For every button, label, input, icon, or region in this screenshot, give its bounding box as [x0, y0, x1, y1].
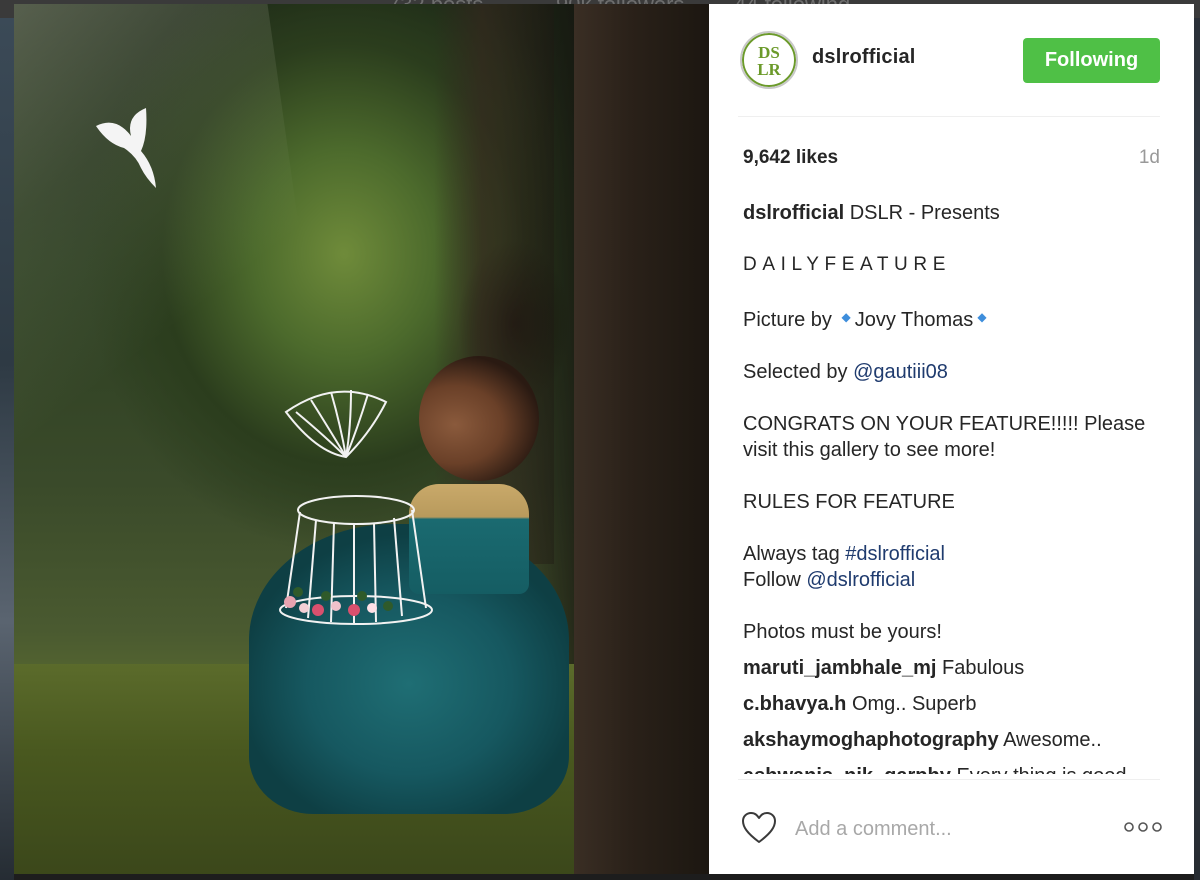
- comment-text: Every thing is good: [956, 765, 1126, 774]
- post-photo[interactable]: [14, 4, 709, 874]
- comment-username[interactable]: maruti_jambhale_mj: [743, 657, 936, 679]
- ellipsis-icon[interactable]: [1123, 818, 1163, 836]
- comment-username[interactable]: ashwanis_nik_garphy: [743, 765, 951, 774]
- background-thumbnails-left: [0, 18, 14, 880]
- caption-and-comments[interactable]: dslrofficial DSLR - Presents DAILYFEATUR…: [743, 200, 1163, 774]
- header-divider: [738, 116, 1160, 117]
- comment-text: Omg.. Superb: [851, 693, 977, 715]
- picture-by-name: Jovy Thomas: [854, 309, 974, 331]
- comment: ashwanis_nik_garphy Every thing is good: [743, 763, 1163, 774]
- svg-text:LR: LR: [757, 60, 781, 79]
- caption-picture-by: Picture by ◆ Jovy Thomas ◆: [743, 304, 1163, 333]
- caption-line-1: dslrofficial DSLR - Presents: [743, 200, 1163, 226]
- rule1-label: Always tag: [743, 543, 840, 565]
- caption-rules: Always tag #dslrofficial Follow @dslroff…: [743, 541, 1163, 593]
- picture-by-label: Picture by: [743, 309, 832, 331]
- post-username[interactable]: dslrofficial: [812, 46, 916, 69]
- hashtag-link[interactable]: #dslrofficial: [845, 543, 945, 565]
- following-button[interactable]: Following: [1023, 38, 1160, 83]
- selected-by-handle-link[interactable]: @gautiii08: [853, 361, 948, 383]
- caption-text-1: DSLR - Presents: [849, 202, 1000, 224]
- comment-bar: [709, 780, 1194, 874]
- comment: c.bhavya.h Omg.. Superb: [743, 691, 1163, 717]
- selected-by-label: Selected by: [743, 361, 848, 383]
- caption-username[interactable]: dslrofficial: [743, 202, 844, 224]
- diamond-icon: ◆: [977, 310, 987, 324]
- likes-count[interactable]: 9,642 likes: [743, 147, 838, 169]
- dove-illustration: [96, 108, 156, 188]
- comment-text: Awesome..: [1003, 729, 1102, 751]
- tree-trunk: [574, 4, 709, 874]
- background-thumbnails-right: [1194, 18, 1200, 880]
- post-details-panel: DS LR dslrofficial Following 9,642 likes…: [709, 4, 1194, 874]
- avatar[interactable]: DS LR: [740, 31, 798, 89]
- comment: akshaymoghaphotography Awesome..: [743, 727, 1163, 753]
- caption-selected-by: Selected by @gautiii08: [743, 359, 1163, 385]
- diamond-icon: ◆: [841, 310, 851, 324]
- add-comment-input[interactable]: [793, 813, 1097, 845]
- comment-text: Fabulous: [941, 657, 1025, 679]
- background-tree: [434, 4, 554, 564]
- mention-link[interactable]: @dslrofficial: [806, 569, 915, 591]
- post-age[interactable]: 1d: [1139, 147, 1160, 169]
- comment: maruti_jambhale_mj Fabulous: [743, 655, 1163, 681]
- comment-username[interactable]: akshaymoghaphotography: [743, 729, 999, 751]
- birdcage-illustration: [279, 389, 433, 625]
- comment-username[interactable]: c.bhavya.h: [743, 693, 846, 715]
- caption-rule3: Photos must be yours!: [743, 621, 942, 643]
- caption-rules-title: RULES FOR FEATURE: [743, 491, 955, 513]
- dslr-logo-icon: DS LR: [742, 33, 796, 87]
- rule2-label: Follow: [743, 569, 801, 591]
- caption-dailyfeature: DAILYFEATURE: [743, 254, 951, 275]
- heart-outline-icon[interactable]: [741, 811, 777, 845]
- caption-congrats: CONGRATS ON YOUR FEATURE!!!!! Please vis…: [743, 413, 1146, 461]
- post-header: DS LR dslrofficial Following: [709, 4, 1194, 116]
